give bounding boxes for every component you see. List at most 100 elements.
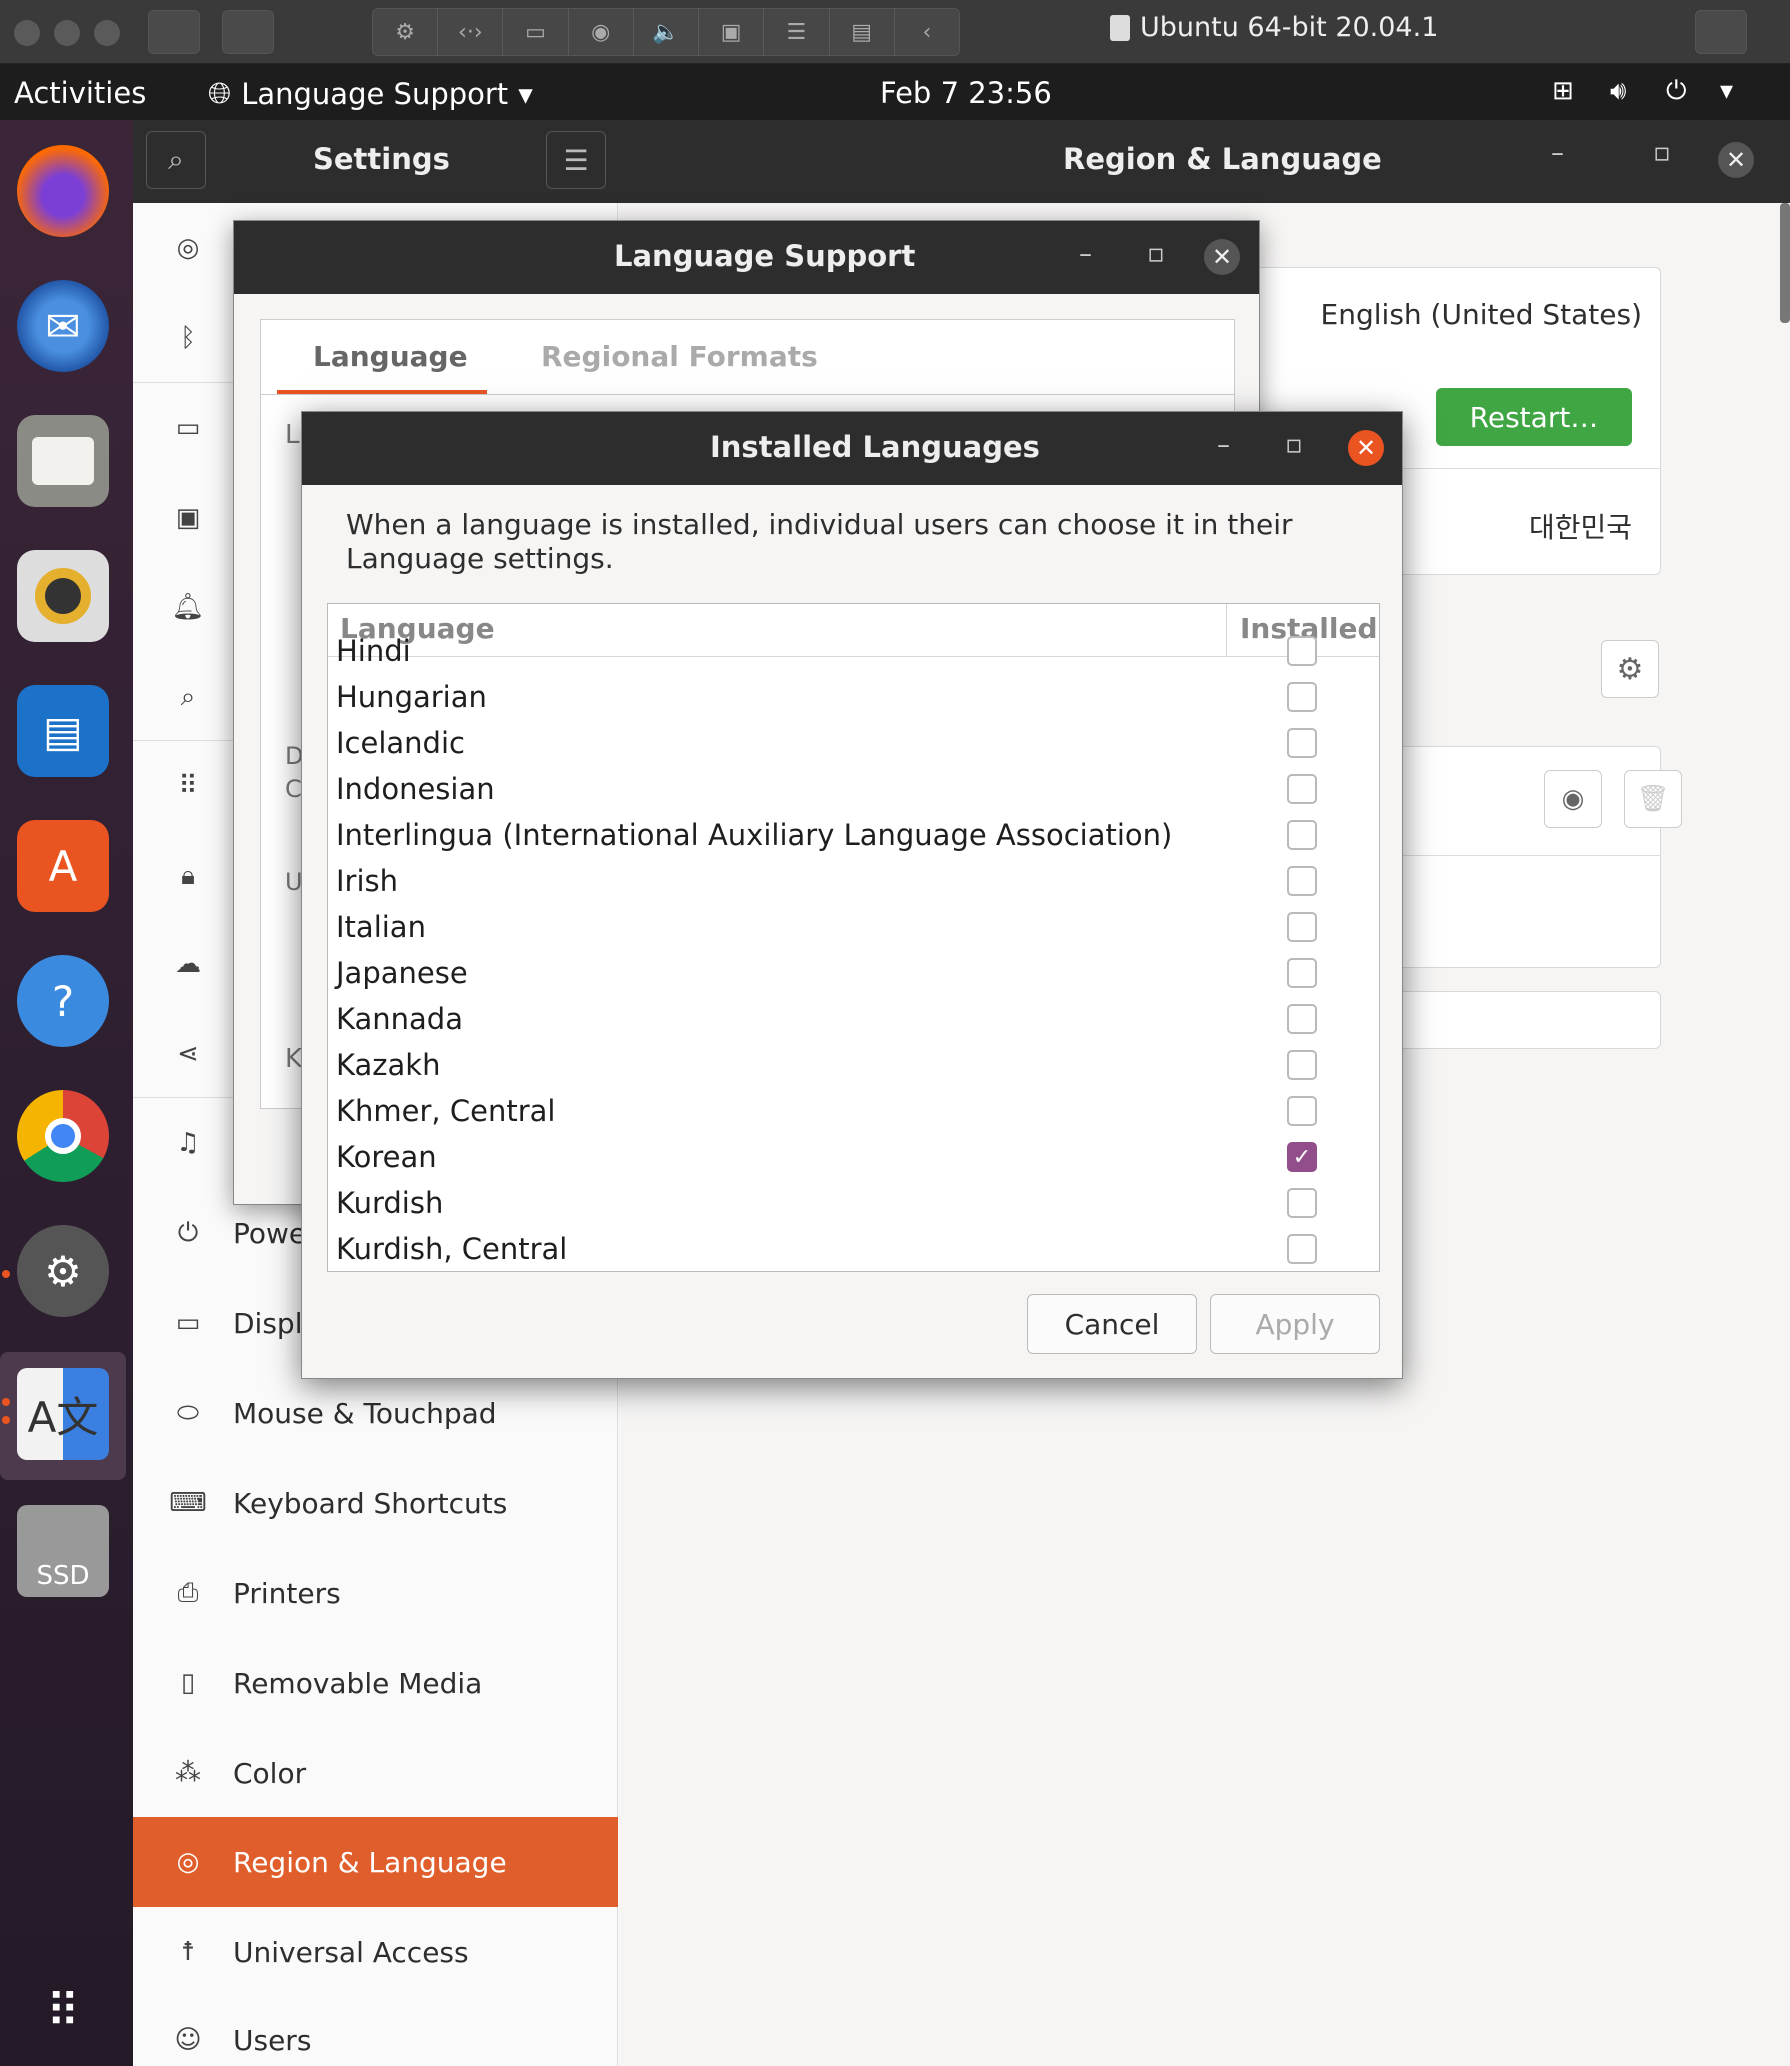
globe-icon: ◎ (176, 1847, 200, 1877)
language-name: Indonesian (336, 772, 495, 806)
volume-icon[interactable]: 🔊︎ (1610, 76, 1626, 107)
installed-checkbox[interactable] (1287, 958, 1317, 988)
scrollbar[interactable] (1780, 203, 1790, 323)
camera-icon[interactable]: ◉ (569, 9, 634, 55)
disk-icon[interactable]: ▭ (503, 9, 569, 55)
chrome-icon[interactable] (17, 1090, 109, 1182)
tab-language[interactable]: Language (313, 340, 468, 373)
network-icon[interactable]: ⊞ (1552, 76, 1574, 106)
firefox-icon[interactable] (17, 145, 109, 237)
sidebar-item-globe[interactable]: ◎ Region & Language (133, 1817, 618, 1907)
close-icon[interactable]: ✕ (1718, 142, 1754, 178)
list-item[interactable]: Interlingua (International Auxiliary Lan… (328, 812, 1379, 858)
gear-icon[interactable]: ⚙ (1601, 640, 1659, 698)
list-item[interactable]: Japanese (328, 950, 1379, 996)
fullscreen-button[interactable] (1695, 10, 1747, 54)
list-item[interactable]: Irish (328, 858, 1379, 904)
cancel-button[interactable]: Cancel (1027, 1294, 1197, 1354)
page-title: Region & Language (1063, 142, 1382, 176)
installed-checkbox[interactable] (1287, 774, 1317, 804)
list-item[interactable]: Icelandic (328, 720, 1379, 766)
activities-button[interactable]: Activities (14, 76, 146, 110)
installed-checkbox[interactable]: ✓ (1287, 1142, 1317, 1172)
installed-checkbox[interactable] (1287, 1004, 1317, 1034)
help-icon[interactable]: ? (17, 955, 109, 1047)
files-icon[interactable] (17, 415, 109, 507)
collapse-icon[interactable]: ‹ (895, 9, 959, 55)
language-name: Korean (336, 1140, 437, 1174)
installed-checkbox[interactable] (1287, 682, 1317, 712)
writer-icon[interactable]: ▤ (17, 685, 109, 777)
search-icon[interactable]: ⌕ (146, 131, 206, 189)
sidebar-item-usb[interactable]: ▯ Removable Media (133, 1638, 618, 1728)
sidebar-item-mouse[interactable]: ⬭ Mouse & Touchpad (133, 1368, 618, 1458)
language-name: Kannada (336, 1002, 463, 1036)
minimize-icon[interactable]: – (1079, 239, 1092, 269)
sidebar-item-keyboard[interactable]: ⌨ Keyboard Shortcuts (133, 1458, 618, 1548)
preview-eye-icon[interactable]: ◉ (1544, 770, 1602, 828)
apps-grid-icon[interactable]: ⠿ (17, 1965, 109, 2057)
list-item[interactable]: Kurdish (328, 1180, 1379, 1226)
list-item[interactable]: Hindi (328, 628, 1379, 674)
settings-wrench-icon[interactable]: ⚙ (373, 9, 439, 55)
thunderbird-icon[interactable]: ✉ (17, 280, 109, 372)
maximize-icon[interactable]: ▫ (1285, 430, 1303, 460)
sidebar-item-label: Region & Language (233, 1845, 507, 1879)
installed-checkbox[interactable] (1287, 636, 1317, 666)
installed-checkbox[interactable] (1287, 1234, 1317, 1264)
sidebar-item-access[interactable]: ☨ Universal Access (133, 1907, 618, 1997)
system-menu-chevron-icon[interactable]: ▾ (1720, 76, 1733, 106)
list-item[interactable]: Kannada (328, 996, 1379, 1042)
ssd-icon[interactable]: SSD (17, 1505, 109, 1597)
installed-checkbox[interactable] (1287, 1188, 1317, 1218)
settings-icon[interactable]: ⚙ (17, 1225, 109, 1317)
apply-button[interactable]: Apply (1210, 1294, 1380, 1354)
hamburger-menu-icon[interactable]: ☰ (546, 131, 606, 189)
maximize-icon[interactable]: ▫ (1147, 239, 1165, 269)
close-icon[interactable]: ✕ (1348, 430, 1384, 466)
shared-folder-icon[interactable]: ▤ (830, 9, 895, 55)
list-item[interactable]: Khmer, Central (328, 1088, 1379, 1134)
close-window-dot[interactable] (14, 20, 40, 46)
divider (261, 394, 1234, 395)
list-item[interactable]: Italian (328, 904, 1379, 950)
minimize-icon[interactable]: – (1217, 430, 1230, 460)
installed-checkbox[interactable] (1287, 728, 1317, 758)
clock[interactable]: Feb 7 23:56 (880, 76, 1052, 110)
installed-checkbox[interactable] (1287, 866, 1317, 896)
list-item[interactable]: Korean ✓ (328, 1134, 1379, 1180)
zoom-window-dot[interactable] (94, 20, 120, 46)
list-item[interactable]: Hungarian (328, 674, 1379, 720)
audio-icon[interactable]: 🔈 (634, 9, 700, 55)
storage-icon[interactable]: ☰ (764, 9, 830, 55)
language-name: Khmer, Central (336, 1094, 556, 1128)
sidebar-item-user[interactable]: ☺ Users (133, 1995, 618, 2066)
pause-vm-button[interactable] (148, 10, 200, 54)
app-menu[interactable]: 🌐︎ Language Support ▾ (208, 76, 533, 111)
cloud-icon: ☁ (175, 949, 201, 979)
rhythmbox-icon[interactable] (17, 550, 109, 642)
list-item[interactable]: Kazakh (328, 1042, 1379, 1088)
snapshot-button[interactable] (222, 10, 274, 54)
sidebar-item-printer[interactable]: ⎙ Printers (133, 1548, 618, 1638)
installed-checkbox[interactable] (1287, 912, 1317, 942)
installed-checkbox[interactable] (1287, 820, 1317, 850)
minimize-icon[interactable]: – (1551, 138, 1564, 168)
power-icon[interactable]: ⏻ (1666, 76, 1687, 107)
trash-icon[interactable]: 🗑︎ (1624, 770, 1682, 828)
minimize-window-dot[interactable] (54, 20, 80, 46)
installed-checkbox[interactable] (1287, 1096, 1317, 1126)
share-icon: ⋖ (177, 1039, 199, 1069)
video-icon[interactable]: ▣ (699, 9, 765, 55)
language-icon[interactable]: A文 (17, 1368, 109, 1460)
restart-button[interactable]: Restart… (1436, 388, 1632, 446)
list-item[interactable]: Indonesian (328, 766, 1379, 812)
code-icon[interactable]: ‹·› (438, 9, 504, 55)
maximize-icon[interactable]: ▫ (1653, 138, 1671, 168)
list-item[interactable]: Kurdish, Central (328, 1226, 1379, 1271)
tab-regional-formats[interactable]: Regional Formats (541, 340, 818, 373)
installed-checkbox[interactable] (1287, 1050, 1317, 1080)
sidebar-item-color[interactable]: ⁂ Color (133, 1728, 618, 1818)
software-icon[interactable]: A (17, 820, 109, 912)
close-icon[interactable]: ✕ (1204, 239, 1240, 275)
